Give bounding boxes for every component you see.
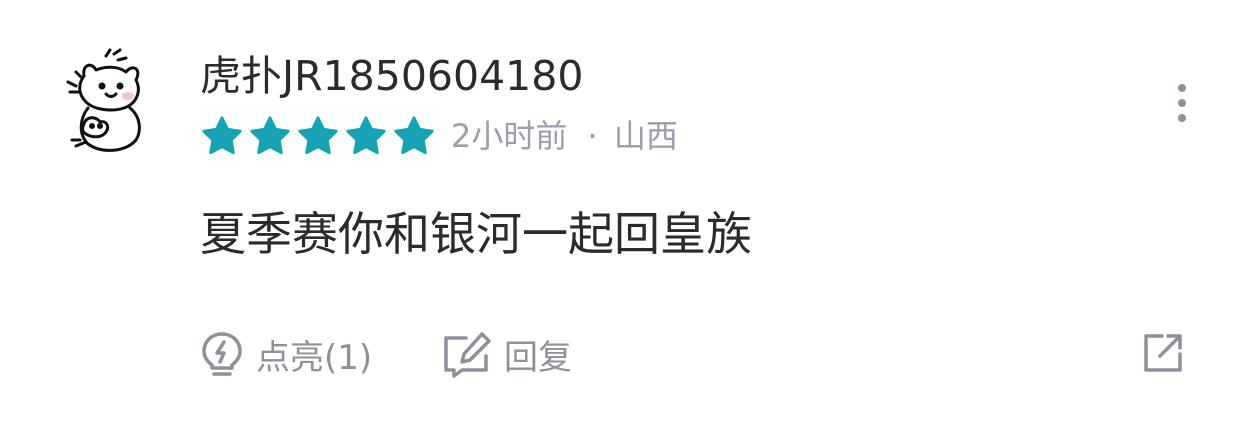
reply-label: 回复 xyxy=(504,337,572,378)
comment-card: 虎扑JR1850604180 2小时前 · 山西 夏季赛你和银河一起回皇族 点亮… xyxy=(0,0,1242,438)
star-icon xyxy=(346,116,386,155)
external-share-icon xyxy=(1144,334,1182,372)
reply-button[interactable]: 回复 xyxy=(442,322,572,386)
share-button[interactable] xyxy=(1140,330,1186,376)
like-button[interactable]: 点亮(1) xyxy=(200,322,372,386)
comment-location: 山西 xyxy=(613,117,678,155)
comment-meta: 2小时前 · 山西 xyxy=(451,114,678,158)
meta-separator: · xyxy=(587,117,598,155)
star-icon xyxy=(394,116,434,155)
avatar[interactable] xyxy=(62,46,146,154)
more-vertical-icon xyxy=(1178,84,1186,122)
like-label: 点亮(1) xyxy=(256,337,373,378)
star-icon xyxy=(250,116,290,155)
star-icon xyxy=(202,116,242,155)
star-icon xyxy=(298,116,338,155)
comment-text: 夏季赛你和银河一起回皇族 xyxy=(200,207,752,261)
rating-stars xyxy=(200,114,440,160)
bear-avatar-icon xyxy=(66,48,141,152)
more-options-button[interactable] xyxy=(1166,80,1198,126)
edit-icon xyxy=(444,332,491,378)
username[interactable]: 虎扑JR1850604180 xyxy=(200,52,583,100)
lightbulb-icon xyxy=(202,332,242,376)
comment-time: 2小时前 xyxy=(451,117,568,155)
